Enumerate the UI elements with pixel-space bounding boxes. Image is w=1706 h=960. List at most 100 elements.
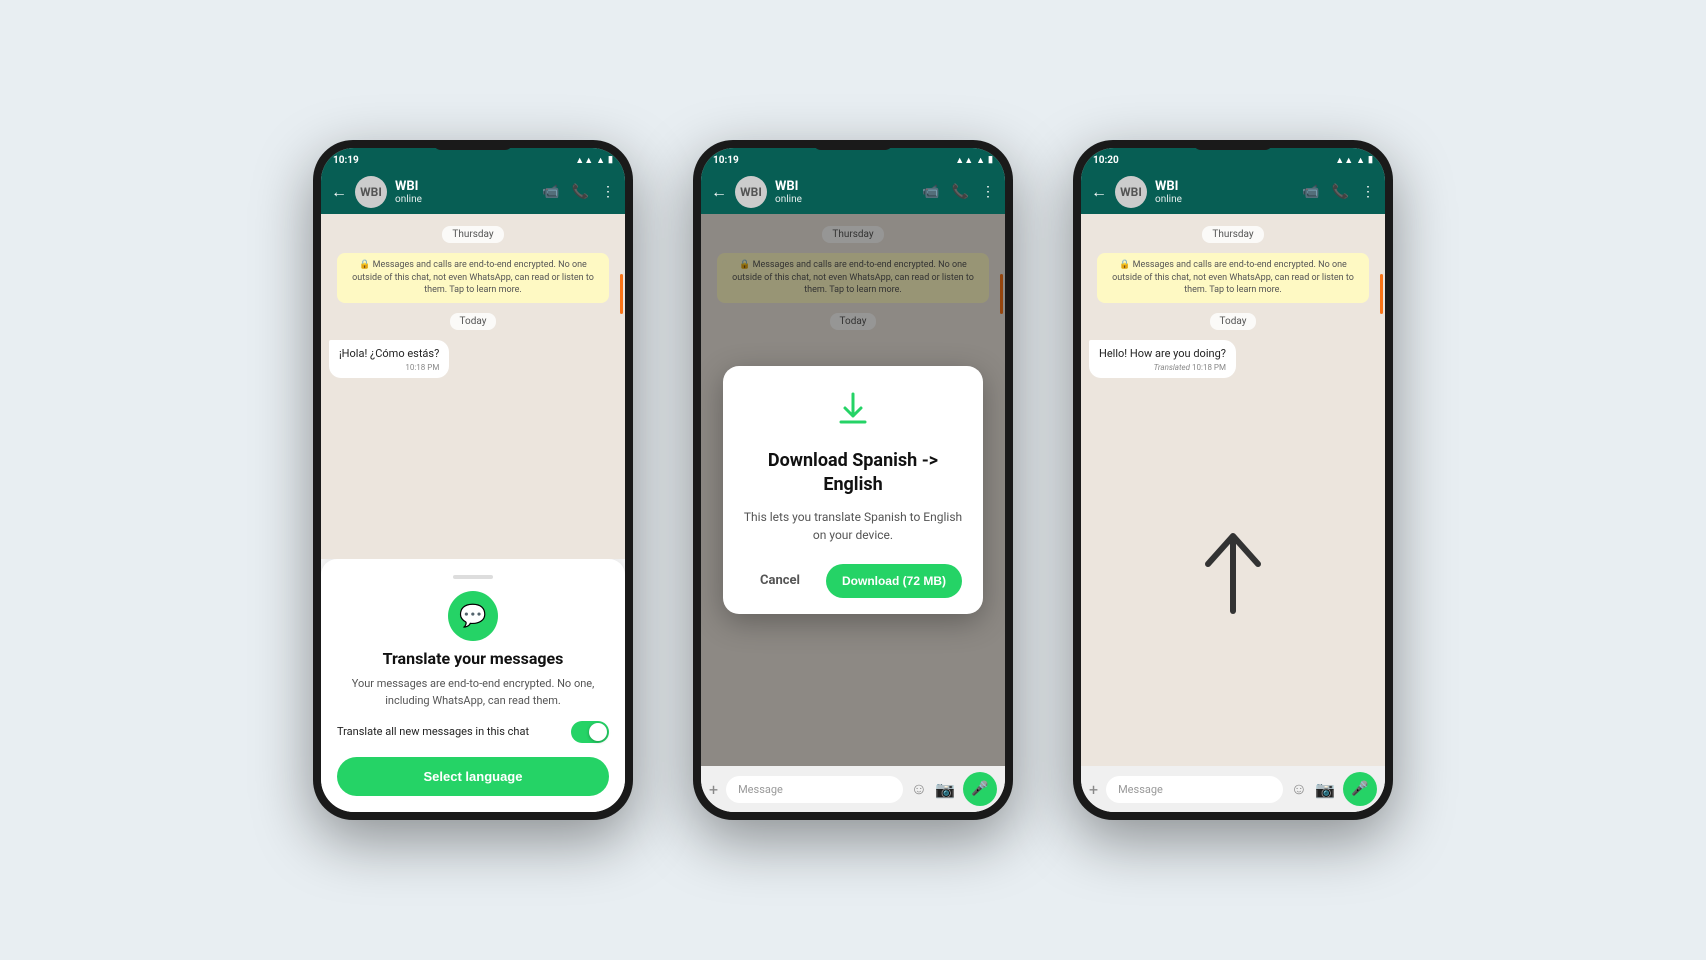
status-bar-1: 10:19 ▲▲ ▲ ▮ — [321, 148, 625, 170]
mic-button-2[interactable]: 🎤 — [963, 772, 997, 806]
camera-icon-2[interactable]: 📷 — [935, 780, 955, 799]
video-call-icon-1[interactable]: 📹 — [542, 184, 559, 200]
camera-icon-3[interactable]: 📷 — [1315, 780, 1335, 799]
translate-toggle-1[interactable] — [571, 721, 609, 743]
video-call-icon-2[interactable]: 📹 — [922, 184, 939, 200]
contact-name-3: WBI — [1155, 179, 1294, 195]
toggle-row-1: Translate all new messages in this chat — [337, 721, 609, 743]
translate-icon-1: 💬 — [448, 591, 498, 641]
avatar-3: WBI — [1115, 176, 1147, 208]
avatar-2: WBI — [735, 176, 767, 208]
message-time-value-3: 10:18 PM — [1192, 363, 1226, 372]
date-badge-thursday-1: Thursday — [442, 226, 503, 243]
voice-call-icon-3[interactable]: 📞 — [1332, 184, 1349, 200]
back-button-2[interactable]: ← — [711, 182, 727, 202]
wa-header-1: ← WBI WBI online 📹 📞 ⋮ — [321, 170, 625, 214]
chat-area-2: Thursday 🔒 Messages and calls are end-to… — [701, 214, 1005, 766]
phone-1: 10:19 ▲▲ ▲ ▮ ← WBI WBI online 📹 📞 ⋮ — [313, 140, 633, 820]
header-actions-3: 📹 📞 ⋮ — [1302, 184, 1375, 200]
header-actions-2: 📹 📞 ⋮ — [922, 184, 995, 200]
contact-status-1: online — [395, 194, 534, 205]
contact-info-3: WBI online — [1155, 179, 1294, 206]
contact-name-1: WBI — [395, 179, 534, 195]
avatar-1: WBI — [355, 176, 387, 208]
modal-cancel-button[interactable]: Cancel — [744, 565, 816, 596]
phone-screen-1: 10:19 ▲▲ ▲ ▮ ← WBI WBI online 📹 📞 ⋮ — [321, 148, 625, 812]
scroll-indicator-1 — [620, 274, 623, 314]
status-icons-3: ▲▲ ▲ ▮ — [1335, 155, 1373, 166]
signal-icon-1: ▲▲ — [575, 155, 593, 166]
battery-icon-1: ▮ — [608, 155, 613, 165]
system-message-1: 🔒 Messages and calls are end-to-end encr… — [337, 253, 609, 303]
status-icons-2: ▲▲ ▲ ▮ — [955, 155, 993, 166]
sheet-handle-1 — [453, 575, 493, 579]
contact-name-2: WBI — [775, 179, 914, 195]
modal-download-button[interactable]: Download (72 MB) — [826, 564, 962, 598]
status-bar-2: 10:19 ▲▲ ▲ ▮ — [701, 148, 1005, 170]
contact-info-1: WBI online — [395, 179, 534, 206]
message-time-3: Translated 10:18 PM — [1099, 363, 1226, 372]
phone-screen-3: 10:20 ▲▲ ▲ ▮ ← WBI WBI online 📹 📞 ⋮ — [1081, 148, 1385, 812]
status-time-2: 10:19 — [713, 155, 739, 166]
phone-notch-2 — [813, 140, 893, 150]
battery-icon-3: ▮ — [1368, 155, 1373, 165]
add-attachment-icon-3[interactable]: + — [1089, 780, 1098, 799]
phone-notch-1 — [433, 140, 513, 150]
date-badge-thursday-3: Thursday — [1202, 226, 1263, 243]
arrow-up-indicator — [1089, 384, 1377, 758]
message-time-1: 10:18 PM — [339, 363, 439, 372]
message-text-3: Hello! How are you doing? — [1099, 346, 1226, 361]
message-input-3[interactable]: Message — [1106, 776, 1283, 803]
signal-icon-2: ▲▲ — [955, 155, 973, 166]
sheet-icon-wrapper-1: 💬 — [337, 591, 609, 641]
add-attachment-icon-2[interactable]: + — [709, 780, 718, 799]
voice-call-icon-1[interactable]: 📞 — [572, 184, 589, 200]
status-icons-1: ▲▲ ▲ ▮ — [575, 155, 613, 166]
signal-icon-3: ▲▲ — [1335, 155, 1353, 166]
video-call-icon-3[interactable]: 📹 — [1302, 184, 1319, 200]
status-time-1: 10:19 — [333, 155, 359, 166]
download-icon — [743, 390, 963, 437]
emoji-icon-3[interactable]: ☺ — [1291, 779, 1307, 799]
chat-area-3: Thursday 🔒 Messages and calls are end-to… — [1081, 214, 1385, 766]
message-input-2[interactable]: Message — [726, 776, 903, 803]
input-bar-3: + Message ☺ 📷 🎤 — [1081, 766, 1385, 812]
download-modal: Download Spanish -> English This lets yo… — [723, 366, 983, 614]
bottom-sheet-1: 💬 Translate your messages Your messages … — [321, 559, 625, 812]
back-button-1[interactable]: ← — [331, 182, 347, 202]
back-button-3[interactable]: ← — [1091, 182, 1107, 202]
phone-screen-2: 10:19 ▲▲ ▲ ▮ ← WBI WBI online 📹 📞 ⋮ — [701, 148, 1005, 812]
date-badge-today-1: Today — [450, 313, 497, 330]
toggle-label-1: Translate all new messages in this chat — [337, 724, 571, 739]
system-message-3: 🔒 Messages and calls are end-to-end encr… — [1097, 253, 1369, 303]
scroll-indicator-3 — [1380, 274, 1383, 314]
select-language-button-1[interactable]: Select language — [337, 757, 609, 796]
phone-2: 10:19 ▲▲ ▲ ▮ ← WBI WBI online 📹 📞 ⋮ — [693, 140, 1013, 820]
received-message-3: Hello! How are you doing? Translated 10:… — [1089, 340, 1236, 378]
input-bar-2: + Message ☺ 📷 🎤 — [701, 766, 1005, 812]
modal-desc: This lets you translate Spanish to Engli… — [743, 508, 963, 544]
wifi-icon-3: ▲ — [1356, 155, 1365, 166]
wifi-icon-2: ▲ — [976, 155, 985, 166]
message-text-1: ¡Hola! ¿Cómo estás? — [339, 346, 439, 361]
sheet-desc-1: Your messages are end-to-end encrypted. … — [337, 676, 609, 709]
contact-status-2: online — [775, 194, 914, 205]
contact-info-2: WBI online — [775, 179, 914, 206]
menu-icon-2[interactable]: ⋮ — [981, 184, 995, 200]
menu-icon-1[interactable]: ⋮ — [601, 184, 615, 200]
modal-overlay-2: Download Spanish -> English This lets yo… — [701, 214, 1005, 766]
date-badge-today-3: Today — [1210, 313, 1257, 330]
status-bar-3: 10:20 ▲▲ ▲ ▮ — [1081, 148, 1385, 170]
chat-area-1: Thursday 🔒 Messages and calls are end-to… — [321, 214, 625, 559]
phone-notch-3 — [1193, 140, 1273, 150]
wa-header-3: ← WBI WBI online 📹 📞 ⋮ — [1081, 170, 1385, 214]
wifi-icon-1: ▲ — [596, 155, 605, 166]
header-actions-1: 📹 📞 ⋮ — [542, 184, 615, 200]
status-time-3: 10:20 — [1093, 155, 1119, 166]
modal-title: Download Spanish -> English — [743, 449, 963, 496]
menu-icon-3[interactable]: ⋮ — [1361, 184, 1375, 200]
mic-button-3[interactable]: 🎤 — [1343, 772, 1377, 806]
emoji-icon-2[interactable]: ☺ — [911, 779, 927, 799]
voice-call-icon-2[interactable]: 📞 — [952, 184, 969, 200]
battery-icon-2: ▮ — [988, 155, 993, 165]
